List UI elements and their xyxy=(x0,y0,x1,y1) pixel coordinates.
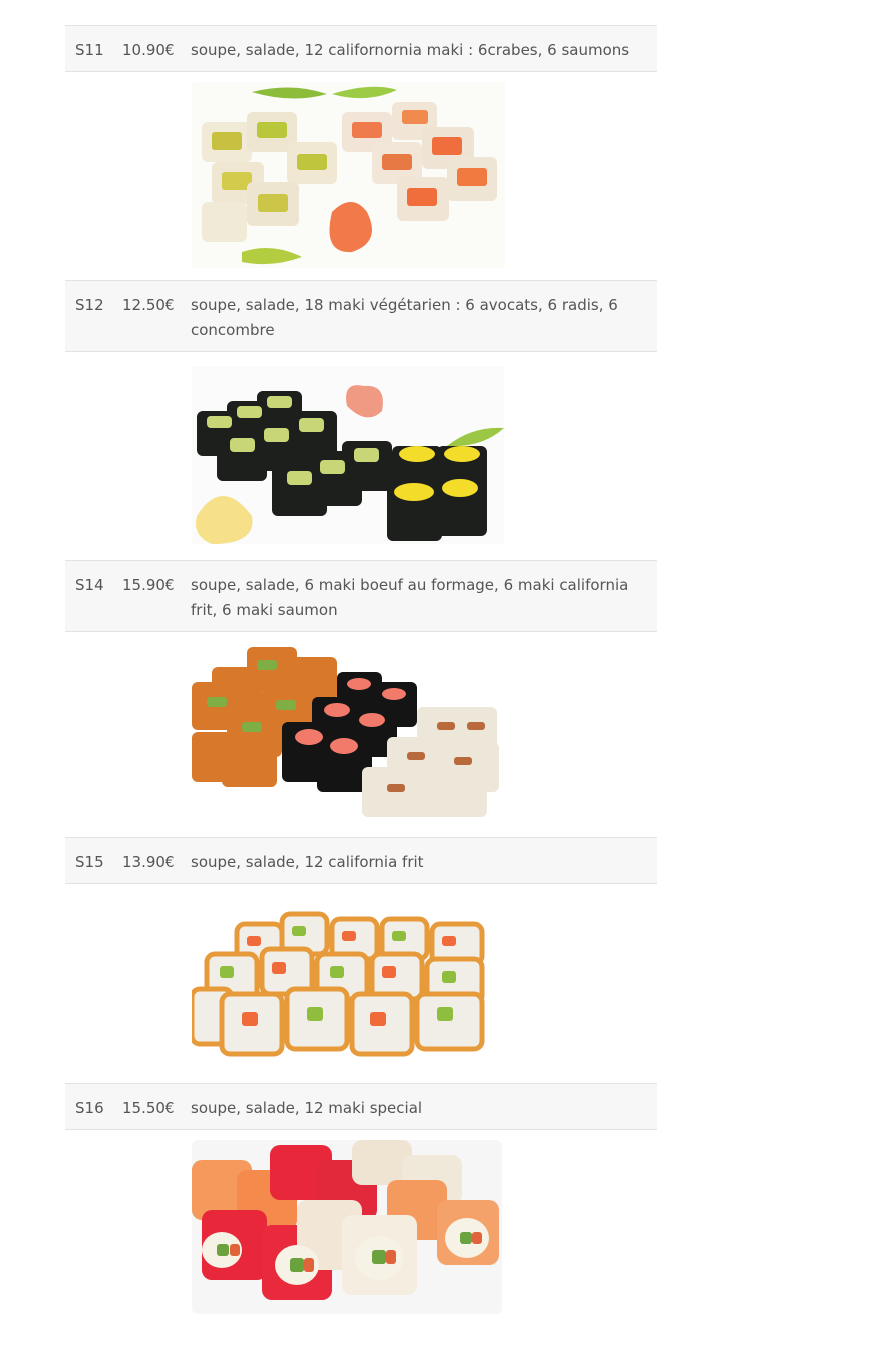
item-code: S11 xyxy=(75,41,104,59)
item-code: S16 xyxy=(75,1099,104,1117)
sushi-vegetarian-maki-photo xyxy=(192,366,504,544)
sushi-beef-california-salmon-photo xyxy=(192,642,499,820)
item-price: 15.90€ xyxy=(122,576,175,594)
menu-item-image-row xyxy=(65,352,657,560)
item-price: 10.90€ xyxy=(122,41,175,59)
item-description: soupe, salade, 12 california frit xyxy=(191,853,424,871)
item-description: soupe, salade, 12 californornia maki : 6… xyxy=(191,41,630,59)
menu-item-row: S15 13.90€ soupe, salade, 12 california … xyxy=(65,837,657,884)
item-price: 13.90€ xyxy=(122,853,175,871)
menu-item-image-row xyxy=(65,1130,657,1330)
item-description: soupe, salade, 12 maki special xyxy=(191,1099,423,1117)
sushi-menu-list: S11 10.90€ soupe, salade, 12 californorn… xyxy=(65,25,657,1330)
menu-item-row: S12 12.50€ soupe, salade, 18 maki végéta… xyxy=(65,280,657,352)
item-price: 15.50€ xyxy=(122,1099,175,1117)
sushi-fried-california-photo xyxy=(192,904,495,1066)
sushi-california-crab-salmon-photo xyxy=(192,82,505,268)
item-price: 12.50€ xyxy=(122,296,175,314)
item-code: S15 xyxy=(75,853,104,871)
item-code: S14 xyxy=(75,576,104,594)
item-code: S12 xyxy=(75,296,104,314)
menu-item-image-row xyxy=(65,632,657,837)
menu-item-image-row xyxy=(65,72,657,280)
menu-item-row: S16 15.50€ soupe, salade, 12 maki specia… xyxy=(65,1083,657,1130)
menu-item-row: S14 15.90€ soupe, salade, 6 maki boeuf a… xyxy=(65,560,657,632)
menu-item-row: S11 10.90€ soupe, salade, 12 californorn… xyxy=(65,25,657,72)
sushi-special-maki-photo xyxy=(192,1140,502,1314)
item-description: soupe, salade, 6 maki boeuf au formage, … xyxy=(191,576,629,619)
item-description: soupe, salade, 18 maki végétarien : 6 av… xyxy=(191,296,618,339)
menu-item-image-row xyxy=(65,884,657,1083)
